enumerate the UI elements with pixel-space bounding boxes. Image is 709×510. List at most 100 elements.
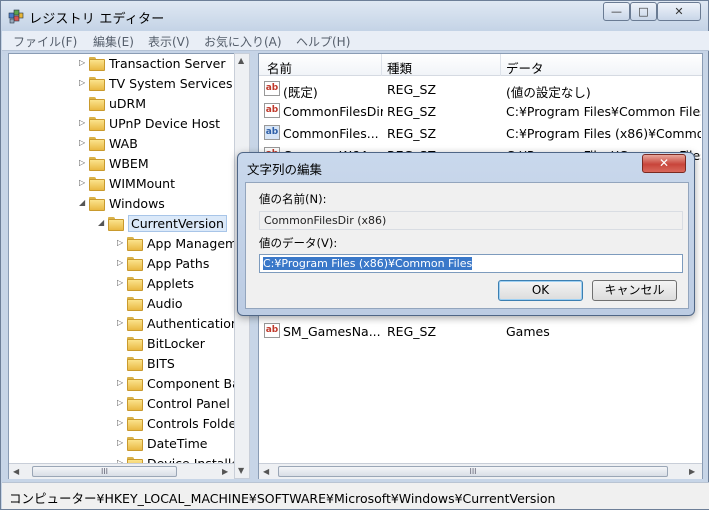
collapse-arrow-icon[interactable]: ◢ [98, 218, 104, 227]
tree-item-label: Applets [147, 276, 194, 291]
ab-string-icon: ab [264, 323, 280, 338]
maximize-button[interactable]: □ [630, 2, 657, 21]
column-divider[interactable] [381, 54, 382, 76]
expand-arrow-icon[interactable]: ▷ [79, 118, 85, 127]
folder-icon [127, 417, 143, 431]
scroll-left-arrow-icon[interactable]: ◀ [263, 467, 269, 476]
expand-arrow-icon[interactable]: ▷ [117, 238, 123, 247]
expand-arrow-icon[interactable]: ▷ [79, 58, 85, 67]
tree-item-label: BITS [147, 356, 175, 371]
tree-item-label: uDRM [109, 96, 147, 111]
column-header-name[interactable]: 名前 [267, 58, 292, 77]
tree-item-label: App Paths [147, 256, 210, 271]
expand-arrow-icon[interactable]: ▷ [117, 258, 123, 267]
ab-string-icon: ab [264, 81, 280, 96]
close-button[interactable]: ✕ [657, 2, 701, 21]
value-row[interactable]: ab CommonFilesDir REG_SZ C:¥Program Files¥C… [259, 100, 702, 122]
menu-edit[interactable]: 編集(E) [93, 33, 134, 50]
menu-bar: ファイル(F) 編集(E) 表示(V) お気に入り(A) ヘルプ(H) [2, 31, 709, 51]
folder-icon [89, 57, 105, 71]
edit-string-dialog: 文字列の編集 ✕ 値の名前(N): CommonFilesDir (x86) 値… [237, 152, 695, 316]
collapse-arrow-icon[interactable]: ◢ [79, 198, 85, 207]
value-data-cell: C:¥Program Files (x86)¥Common [506, 126, 701, 141]
value-data-selected-text[interactable]: C:¥Program Files (x86)¥Common Files [263, 257, 473, 270]
value-data-cell: Games [506, 324, 550, 339]
value-row[interactable]: ab CommonFiles... REG_SZ C:¥Program Files (… [259, 122, 702, 144]
dialog-close-button[interactable]: ✕ [642, 154, 686, 173]
window-title: レジストリ エディター [29, 12, 165, 27]
folder-icon [108, 217, 124, 231]
tree-horizontal-scrollbar[interactable]: ◀ III ▶ [9, 463, 234, 479]
value-data-cell: C:¥Program Files¥Common Files [506, 104, 701, 119]
menu-favorites[interactable]: お気に入り(A) [204, 33, 282, 50]
tree-item-label: Authentication [147, 316, 239, 331]
value-name-cell: SM_GamesNa... [283, 324, 381, 339]
folder-icon [89, 197, 105, 211]
minimize-button[interactable]: — [603, 2, 630, 21]
expand-arrow-icon[interactable]: ▷ [117, 418, 123, 427]
ab-string-icon: ab [264, 125, 280, 140]
scroll-left-arrow-icon[interactable]: ◀ [13, 467, 19, 476]
registry-editor-icon [8, 9, 24, 24]
column-header-type[interactable]: 種類 [387, 58, 412, 77]
menu-view[interactable]: 表示(V) [148, 33, 190, 50]
folder-icon [89, 137, 105, 151]
value-row[interactable]: ab (既定) REG_SZ (値の設定なし) [259, 78, 702, 100]
folder-icon [89, 97, 105, 111]
folder-icon [89, 157, 105, 171]
tree-item-label: UPnP Device Host [109, 116, 221, 131]
expand-arrow-icon[interactable]: ▷ [117, 438, 123, 447]
list-horizontal-scrollbar[interactable]: ◀ III ▶ [259, 463, 702, 479]
expand-arrow-icon[interactable]: ▷ [79, 158, 85, 167]
folder-icon [127, 437, 143, 451]
folder-icon [127, 397, 143, 411]
expand-arrow-icon[interactable]: ▷ [117, 278, 123, 287]
expand-arrow-icon[interactable]: ▷ [79, 138, 85, 147]
status-bar: コンピューター¥HKEY_LOCAL_MACHINE¥SOFTWARE¥Micr… [2, 482, 709, 509]
value-data-input[interactable]: C:¥Program Files (x86)¥Common Files [259, 254, 683, 273]
expand-arrow-icon[interactable]: ▷ [117, 378, 123, 387]
scroll-right-arrow-icon[interactable]: ▶ [689, 467, 695, 476]
list-scroll-thumb[interactable]: III [278, 466, 668, 477]
value-name-field: CommonFilesDir (x86) [259, 211, 683, 230]
scroll-right-arrow-icon[interactable]: ▶ [222, 467, 228, 476]
value-row[interactable]: ab SM_GamesNa... REG_SZ Games [259, 320, 702, 342]
scroll-down-arrow-icon[interactable]: ▼ [238, 466, 244, 475]
folder-icon [127, 317, 143, 331]
folder-icon [127, 357, 143, 371]
menu-help[interactable]: ヘルプ(H) [296, 33, 350, 50]
registry-key-tree[interactable]: ▷ Transaction Server ▷ TV System Services uD… [8, 53, 241, 479]
value-name-cell: CommonFiles... [283, 126, 379, 141]
expand-arrow-icon[interactable]: ▷ [117, 318, 123, 327]
expand-arrow-icon[interactable]: ▷ [79, 78, 85, 87]
tree-item-label: Transaction Server [109, 56, 226, 71]
value-type-cell: REG_SZ [387, 82, 437, 97]
menu-file[interactable]: ファイル(F) [13, 33, 77, 50]
value-data-label: 値のデータ(V): [259, 236, 338, 250]
folder-icon [127, 277, 143, 291]
dialog-title: 文字列の編集 [247, 162, 323, 177]
value-name-cell: CommonFilesDir [283, 104, 383, 119]
expand-arrow-icon[interactable]: ▷ [117, 398, 123, 407]
ok-button[interactable]: OK [498, 280, 583, 301]
column-header-data[interactable]: データ [506, 58, 544, 77]
folder-icon [127, 257, 143, 271]
scroll-up-arrow-icon[interactable]: ▲ [238, 56, 244, 65]
tree-item-label: App Manageme [147, 236, 241, 251]
value-type-cell: REG_SZ [387, 126, 437, 141]
title-bar[interactable]: レジストリ エディター — □ ✕ [1, 1, 708, 31]
tree-item-label: Control Panel [147, 396, 230, 411]
value-name-label: 値の名前(N): [259, 192, 327, 206]
folder-icon [89, 177, 105, 191]
column-divider[interactable] [500, 54, 501, 76]
value-name-cell: (既定) [283, 85, 318, 100]
tree-item-label: Controls Folder [147, 416, 241, 431]
value-type-cell: REG_SZ [387, 324, 437, 339]
cancel-button[interactable]: キャンセル [592, 280, 677, 301]
expand-arrow-icon[interactable]: ▷ [79, 178, 85, 187]
tree-scroll-thumb[interactable]: III [32, 466, 177, 477]
folder-icon [127, 237, 143, 251]
value-type-cell: REG_SZ [387, 104, 437, 119]
folder-icon [89, 117, 105, 131]
dialog-body: 値の名前(N): CommonFilesDir (x86) 値のデータ(V): … [245, 182, 689, 309]
